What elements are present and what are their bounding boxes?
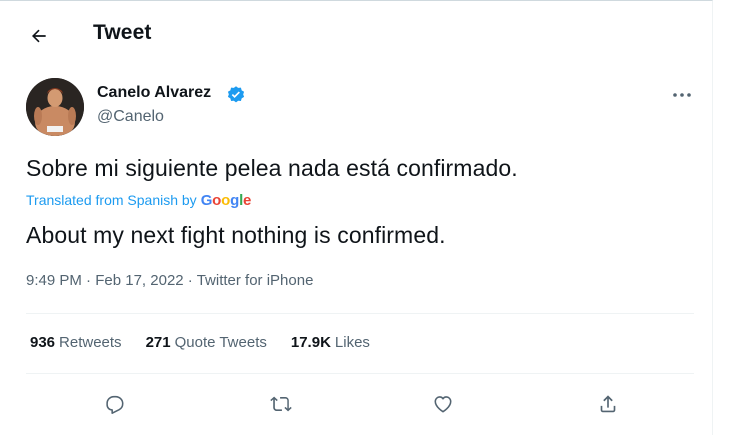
more-dots-icon	[672, 92, 692, 98]
retweets-stat[interactable]: 936 Retweets	[30, 334, 122, 351]
author-handle[interactable]: @Canelo	[97, 108, 164, 126]
page-title: Tweet	[93, 21, 152, 44]
quote-tweets-count: 271	[145, 334, 171, 351]
header: Tweet	[0, 1, 713, 67]
reply-button[interactable]	[99, 389, 129, 419]
quote-tweets-label: Quote Tweets	[174, 334, 267, 351]
tweet-time[interactable]: 9:49 PM	[26, 272, 82, 289]
tweet-text: Sobre mi siguiente pelea nada está confi…	[26, 155, 518, 181]
tweet-detail-panel: Tweet Canelo Alvarez @Canelo Sobre mi si…	[0, 0, 713, 435]
like-button[interactable]	[428, 389, 458, 419]
more-options-button[interactable]	[670, 85, 694, 105]
likes-label: Likes	[334, 334, 370, 351]
translated-text: About my next fight nothing is confirmed…	[26, 222, 446, 248]
tweet-meta: 9:49 PM · Feb 17, 2022 · Twitter for iPh…	[26, 272, 314, 289]
likes-count: 17.9K	[290, 334, 331, 351]
tweet-actions	[0, 385, 713, 421]
avatar[interactable]	[26, 78, 84, 136]
tweet-source[interactable]: Twitter for iPhone	[197, 272, 314, 289]
like-icon	[432, 393, 454, 415]
translated-from-label: Translated from Spanish by	[26, 192, 197, 208]
translation-attribution[interactable]: Translated from Spanish by Google	[26, 192, 251, 209]
verified-badge-icon	[226, 85, 246, 105]
back-button[interactable]	[22, 19, 56, 53]
retweets-count: 936	[30, 334, 56, 351]
divider	[26, 313, 694, 314]
likes-stat[interactable]: 17.9K Likes	[291, 334, 370, 351]
avatar-image	[26, 78, 84, 136]
quote-tweets-stat[interactable]: 271 Quote Tweets	[146, 334, 267, 351]
tweet-stats: 936 Retweets 271 Quote Tweets 17.9K Likes	[30, 334, 394, 351]
share-icon	[597, 393, 619, 415]
author-name[interactable]: Canelo Alvarez	[97, 84, 211, 102]
retweet-button[interactable]	[266, 389, 296, 419]
retweets-label: Retweets	[59, 334, 122, 351]
share-button[interactable]	[593, 389, 623, 419]
divider	[26, 373, 694, 374]
google-logo: Google	[200, 192, 252, 209]
reply-icon	[103, 393, 125, 415]
back-arrow-icon	[29, 26, 49, 46]
retweet-icon	[270, 393, 292, 415]
tweet-date[interactable]: Feb 17, 2022	[95, 272, 183, 289]
